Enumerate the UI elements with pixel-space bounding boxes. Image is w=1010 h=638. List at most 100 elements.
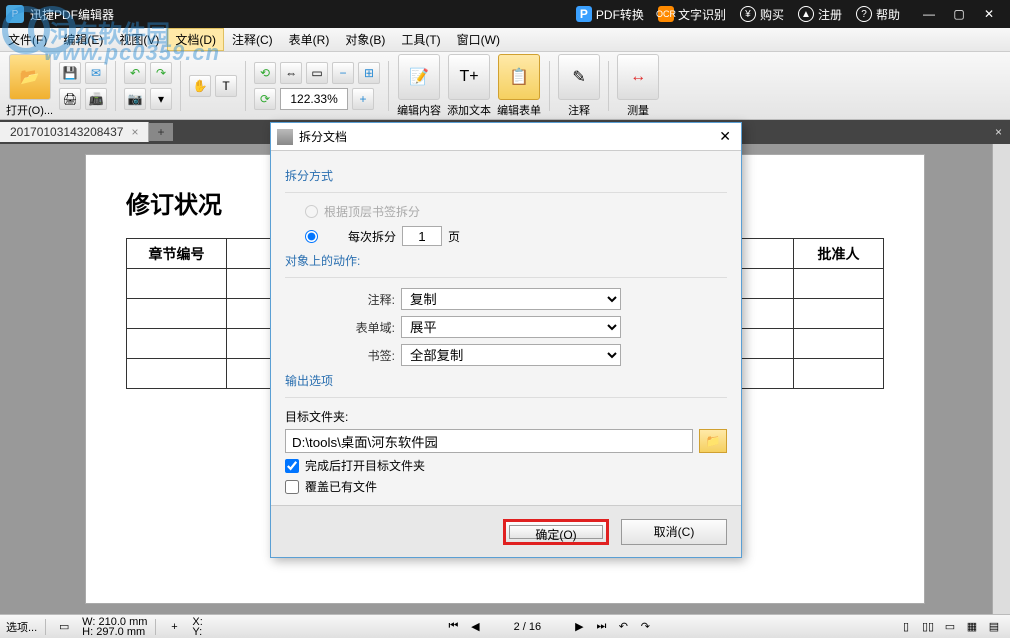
menu-form[interactable]: 表单(R) <box>281 28 338 51</box>
separator <box>180 61 181 111</box>
menu-tools[interactable]: 工具(T) <box>393 28 448 51</box>
close-all-tabs-button[interactable]: × <box>987 123 1010 141</box>
buy-button[interactable]: ¥购买 <box>740 6 784 23</box>
bookmark-action-select[interactable]: 全部复制 <box>401 344 621 366</box>
rotate-left-button[interactable]: ⟲ <box>254 62 276 84</box>
label-annotation: 注释: <box>335 291 395 308</box>
separator <box>388 61 389 111</box>
fit-page-button[interactable]: ▭ <box>306 62 328 84</box>
zoom-input[interactable] <box>280 88 348 110</box>
zoom-out-button[interactable]: − <box>332 62 354 84</box>
open-folder-after-checkbox[interactable] <box>285 459 299 473</box>
register-button[interactable]: ▲注册 <box>798 6 842 23</box>
tab-label: 20170103143208437 <box>10 125 123 139</box>
layout-grid-button[interactable]: ▦ <box>962 618 982 636</box>
section-object-actions: 对象上的动作: <box>285 252 727 269</box>
close-button[interactable]: ✕ <box>974 3 1004 25</box>
section-output: 输出选项 <box>285 372 727 389</box>
layout-facing-button[interactable]: ▭ <box>940 618 960 636</box>
menu-annotate[interactable]: 注释(C) <box>224 28 281 51</box>
layout-continuous-button[interactable]: ▯▯ <box>918 618 938 636</box>
first-page-button[interactable]: ⏮ <box>443 618 463 636</box>
pdf-convert-button[interactable]: PPDF转换 <box>576 6 644 23</box>
open-button[interactable]: 📂 <box>9 54 51 100</box>
undo-button[interactable]: ↶ <box>124 62 146 84</box>
page-size-icon: ▭ <box>54 618 74 636</box>
annotation-action-select[interactable]: 复制 <box>401 288 621 310</box>
menu-window[interactable]: 窗口(W) <box>449 28 508 51</box>
menu-file[interactable]: 文件(F) <box>0 28 55 51</box>
new-tab-button[interactable]: + <box>149 123 172 141</box>
pdf-convert-icon: P <box>576 6 592 22</box>
minimize-button[interactable]: — <box>914 3 944 25</box>
pages-per-split-input[interactable] <box>402 226 442 246</box>
tab-close-icon[interactable]: × <box>131 125 138 139</box>
toolbar: 📂 打开(O)... 💾 ✉ 🖨 📠 ↶ ↷ 📷 ▾ ✋ T ⟲ <box>0 52 1010 120</box>
menu-edit[interactable]: 编辑(E) <box>55 28 111 51</box>
nav-forward-button[interactable]: ↷ <box>635 618 655 636</box>
dialog-close-button[interactable]: ✕ <box>715 128 735 145</box>
measure-button[interactable]: ↔ <box>617 54 659 100</box>
next-page-button[interactable]: ▶ <box>569 618 589 636</box>
vertical-scrollbar[interactable] <box>992 144 1010 614</box>
overwrite-checkbox[interactable] <box>285 480 299 494</box>
target-folder-input[interactable] <box>285 429 693 453</box>
menu-view[interactable]: 视图(V) <box>111 28 167 51</box>
radio-by-pages[interactable] <box>305 230 318 243</box>
dialog-title: 拆分文档 <box>299 128 347 145</box>
text-select-button[interactable]: T <box>215 75 237 97</box>
add-text-button[interactable]: T+ <box>448 54 490 100</box>
separator <box>608 61 609 111</box>
rotate-right-button[interactable]: ⟳ <box>254 88 276 110</box>
edit-content-button[interactable]: 📝 <box>398 54 440 100</box>
zoom-marquee-button[interactable]: ⊞ <box>358 62 380 84</box>
options-button[interactable]: 选项... <box>6 619 37 635</box>
ok-button[interactable]: 确定(O) <box>509 525 603 539</box>
yen-icon: ¥ <box>740 6 756 22</box>
menu-object[interactable]: 对象(B) <box>337 28 393 51</box>
dropdown-button[interactable]: ▾ <box>150 88 172 110</box>
document-tab[interactable]: 20170103143208437 × <box>0 122 149 142</box>
scan-button[interactable]: 📠 <box>85 88 107 110</box>
last-page-button[interactable]: ⏭ <box>591 618 611 636</box>
table-header: 批准人 <box>794 239 884 269</box>
cancel-button[interactable]: 取消(C) <box>621 519 727 545</box>
section-split-method: 拆分方式 <box>285 167 727 184</box>
hand-tool-button[interactable]: ✋ <box>189 75 211 97</box>
edit-form-button[interactable]: 📋 <box>498 54 540 100</box>
separator <box>549 61 550 111</box>
split-document-dialog: 拆分文档 ✕ 拆分方式 根据顶层书签拆分 每次拆分 页 对象上的动作: 注释: … <box>270 122 742 558</box>
page-indicator[interactable]: 2 / 16 <box>487 621 567 633</box>
layout-thumbs-button[interactable]: ▤ <box>984 618 1004 636</box>
label-target-folder: 目标文件夹: <box>285 408 727 425</box>
title-bar: P 迅捷PDF编辑器 PPDF转换 OCR文字识别 ¥购买 ▲注册 ?帮助 — … <box>0 0 1010 28</box>
help-button[interactable]: ?帮助 <box>856 6 900 23</box>
prev-page-button[interactable]: ◀ <box>465 618 485 636</box>
fit-width-button[interactable]: ⇔ <box>280 62 302 84</box>
ok-button-highlight: 确定(O) <box>503 519 609 545</box>
dialog-titlebar[interactable]: 拆分文档 ✕ <box>271 123 741 151</box>
ocr-icon: OCR <box>658 6 674 22</box>
snapshot-button[interactable]: 📷 <box>124 88 146 110</box>
maximize-button[interactable]: ▢ <box>944 3 974 25</box>
user-icon: ▲ <box>798 6 814 22</box>
annotate-button[interactable]: ✎ <box>558 54 600 100</box>
redo-button[interactable]: ↷ <box>150 62 172 84</box>
email-button[interactable]: ✉ <box>85 62 107 84</box>
status-bar: 选项... ▭ W: 210.0 mm H: 297.0 mm + X: Y: … <box>0 614 1010 638</box>
separator <box>245 61 246 111</box>
zoom-in-button[interactable]: + <box>352 88 374 110</box>
ocr-button[interactable]: OCR文字识别 <box>658 6 726 23</box>
save-button[interactable]: 💾 <box>59 62 81 84</box>
print-button[interactable]: 🖨 <box>59 88 81 110</box>
app-icon: P <box>6 5 24 23</box>
menu-document[interactable]: 文档(D) <box>167 28 224 51</box>
app-title: 迅捷PDF编辑器 <box>30 6 114 23</box>
cursor-pos-icon: + <box>164 618 184 636</box>
browse-folder-button[interactable]: 📁 <box>699 429 727 453</box>
menu-bar: 文件(F) 编辑(E) 视图(V) 文档(D) 注释(C) 表单(R) 对象(B… <box>0 28 1010 52</box>
nav-back-button[interactable]: ↶ <box>613 618 633 636</box>
layout-single-button[interactable]: ▯ <box>896 618 916 636</box>
separator <box>115 61 116 111</box>
form-action-select[interactable]: 展平 <box>401 316 621 338</box>
